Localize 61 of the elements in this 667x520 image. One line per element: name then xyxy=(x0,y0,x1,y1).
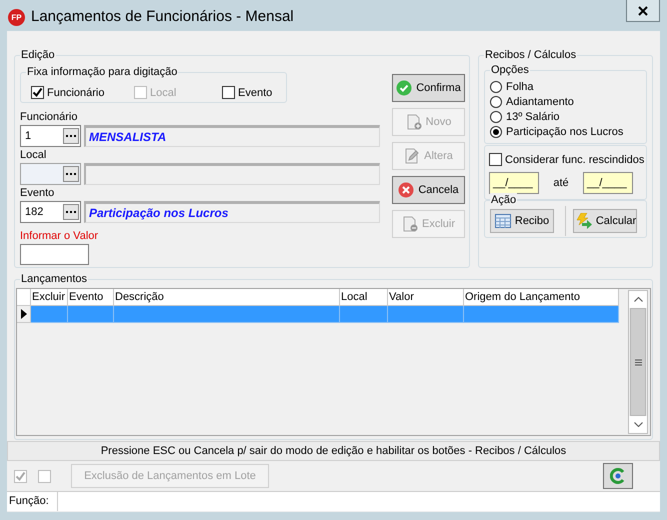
close-icon xyxy=(638,6,648,16)
receipt-button[interactable]: Recibo xyxy=(490,209,554,233)
status-message: Pressione ESC ou Cancela p/ sair do modo de edição e habilitar os botões - Recibos / Cálculos xyxy=(7,441,660,461)
lightning-arrow-icon xyxy=(574,213,592,229)
group-title: Fixa informação para digitação xyxy=(26,65,178,79)
window-title: Lançamentos de Funcionários - Mensal xyxy=(31,8,294,26)
document-minus-icon xyxy=(402,216,418,232)
check-icon xyxy=(32,87,43,98)
column-header[interactable]: Descrição xyxy=(114,289,340,306)
group-title: Opções xyxy=(490,63,530,77)
table-icon xyxy=(494,214,511,228)
field-label: Evento xyxy=(20,186,56,201)
group-title: Edição xyxy=(20,48,56,62)
radio-button[interactable]: 13º Salário xyxy=(490,109,642,124)
field-label: Local xyxy=(20,148,48,163)
description-field: MENSALISTA xyxy=(84,125,380,147)
refresh-button[interactable] xyxy=(603,463,633,489)
dots-icon xyxy=(66,134,76,138)
dots-icon xyxy=(66,172,76,176)
group-title: Lançamentos xyxy=(20,272,88,286)
row-pointer-icon xyxy=(20,309,26,319)
checkbox[interactable]: Considerar func. rescindidos xyxy=(489,153,644,166)
close-button[interactable] xyxy=(626,0,660,22)
description-field: Participação nos Lucros xyxy=(84,201,380,223)
check-circle-icon xyxy=(396,80,412,96)
column-header[interactable]: Evento xyxy=(68,289,114,306)
code-field[interactable]: 1 xyxy=(20,125,81,147)
column-header[interactable]: Valor xyxy=(388,289,464,306)
dots-icon xyxy=(66,210,76,214)
cancel-button[interactable]: Cancela xyxy=(392,176,465,204)
function-label: Função: xyxy=(7,492,58,511)
scrollbar[interactable] xyxy=(628,290,648,434)
group-title: Ação xyxy=(490,193,518,207)
column-header[interactable]: Local xyxy=(340,289,388,306)
column-header[interactable]: Origem do Lançamento xyxy=(464,289,619,306)
chevron-up-icon xyxy=(634,297,642,302)
range-label: até xyxy=(552,177,570,189)
document-pencil-icon xyxy=(404,148,420,164)
x-circle-icon xyxy=(398,182,414,198)
app-logo: FP xyxy=(8,9,25,26)
radio-button[interactable]: Folha xyxy=(490,79,642,94)
checkbox: Local xyxy=(134,83,222,102)
value-field[interactable] xyxy=(20,244,89,265)
date-field[interactable]: __/____ xyxy=(489,172,539,194)
column-header[interactable]: Excluir xyxy=(31,289,68,306)
field-label: Funcionário xyxy=(20,110,78,125)
chevron-down-icon xyxy=(634,422,642,427)
confirm-button[interactable]: Confirma xyxy=(392,74,465,102)
checkbox[interactable]: Evento xyxy=(222,83,272,102)
radio-button[interactable]: Participação nos Lucros xyxy=(490,124,642,139)
ellipsis-button[interactable] xyxy=(63,204,79,220)
checkbox[interactable]: Funcionário xyxy=(31,83,134,102)
radio-button[interactable]: Adiantamento xyxy=(490,94,642,109)
ring-icon xyxy=(610,468,626,484)
code-field[interactable]: 182 xyxy=(20,201,81,223)
grip-icon xyxy=(634,358,642,366)
field-label: Informar o Valor xyxy=(20,229,100,244)
calculate-button[interactable]: Calcular xyxy=(573,209,637,233)
document-plus-icon xyxy=(406,114,422,130)
ellipsis-button[interactable] xyxy=(63,128,79,144)
date-field[interactable]: __/____ xyxy=(583,172,633,194)
